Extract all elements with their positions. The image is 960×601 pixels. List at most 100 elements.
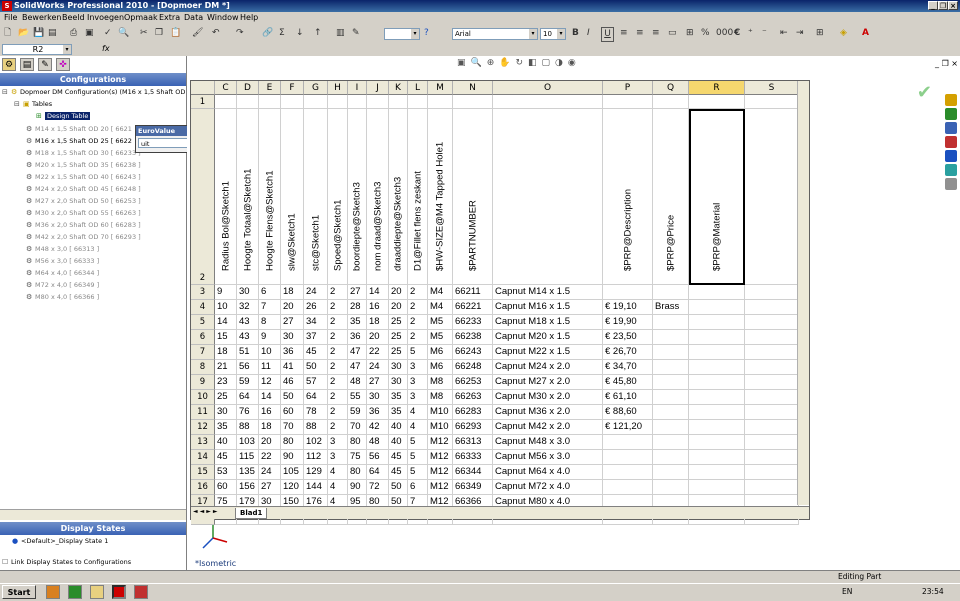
menu-window[interactable]: Window <box>207 13 239 22</box>
file-explorer-icon[interactable] <box>945 122 957 134</box>
table-cell[interactable]: 70 <box>348 420 367 435</box>
table-cell[interactable]: 14 <box>259 390 281 405</box>
table-cell[interactable]: Capnut M30 x 2.0 <box>493 390 603 405</box>
config-item[interactable]: ⚙ M20 x 1,5 Shaft OD 35 [ 66238 ] <box>26 160 141 170</box>
table-cell[interactable]: 80 <box>348 435 367 450</box>
format-painter-icon[interactable]: 🖌 <box>192 27 203 40</box>
property-manager-tab-icon[interactable]: ▤ <box>20 58 34 71</box>
table-cell[interactable]: 4 <box>328 465 348 480</box>
paste-icon[interactable]: 📋 <box>170 27 181 40</box>
table-cell[interactable]: 64 <box>367 465 389 480</box>
table-cell[interactable] <box>745 300 799 315</box>
table-cell[interactable]: 20 <box>389 285 408 300</box>
table-cell[interactable]: 15 <box>215 330 237 345</box>
minimize-button[interactable]: _ <box>928 1 938 10</box>
chart-wizard-icon[interactable]: ▥ <box>336 27 345 40</box>
row-header[interactable]: 9 <box>191 375 215 390</box>
config-item[interactable]: ⚙ M42 x 2,0 Shaft OD 70 [ 66293 ] <box>26 232 141 242</box>
selected-cell-r2[interactable] <box>689 109 745 285</box>
table-cell[interactable]: 72 <box>367 480 389 495</box>
table-cell[interactable]: 35 <box>389 405 408 420</box>
table-cell[interactable]: 20 <box>259 435 281 450</box>
table-cell[interactable]: 30 <box>389 375 408 390</box>
drawing-icon[interactable]: ✎ <box>352 27 360 40</box>
table-cell[interactable]: 2 <box>408 315 428 330</box>
comma-style-icon[interactable]: 000 <box>716 27 733 40</box>
research-icon[interactable]: 🔍 <box>118 27 129 40</box>
table-cell[interactable]: 18 <box>367 315 389 330</box>
table-cell[interactable]: Capnut M22 x 1.5 <box>493 345 603 360</box>
table-cell[interactable]: 4 <box>408 420 428 435</box>
italic-icon[interactable]: I <box>587 27 590 40</box>
config-item[interactable]: ⚙ M72 x 4,0 [ 66349 ] <box>26 280 99 290</box>
table-cell[interactable]: 46 <box>281 375 304 390</box>
table-cell[interactable]: € 121,20 <box>603 420 653 435</box>
table-cell[interactable]: 8 <box>259 315 281 330</box>
fill-color-icon[interactable]: ◈ <box>840 27 847 40</box>
table-cell[interactable] <box>745 95 799 109</box>
table-cell[interactable]: 14 <box>367 285 389 300</box>
table-cell[interactable]: M12 <box>428 450 453 465</box>
language-indicator[interactable]: EN <box>842 587 852 596</box>
start-button[interactable]: Start <box>2 585 36 599</box>
table-cell[interactable]: 25 <box>215 390 237 405</box>
table-cell[interactable]: 3 <box>408 360 428 375</box>
table-cell[interactable]: Capnut M36 x 2.0 <box>493 405 603 420</box>
table-cell[interactable]: 48 <box>367 435 389 450</box>
table-cell[interactable]: 66221 <box>453 300 493 315</box>
table-cell[interactable]: 103 <box>237 435 259 450</box>
table-cell[interactable]: 105 <box>281 465 304 480</box>
row-header[interactable]: 16 <box>191 480 215 495</box>
table-cell[interactable]: 57 <box>304 375 328 390</box>
table-cell[interactable]: 5 <box>408 435 428 450</box>
table-cell[interactable]: 66349 <box>453 480 493 495</box>
table-cell[interactable]: Capnut M42 x 2.0 <box>493 420 603 435</box>
table-cell[interactable] <box>745 345 799 360</box>
table-cell[interactable]: 43 <box>237 330 259 345</box>
table-cell[interactable]: 2 <box>408 285 428 300</box>
table-cell[interactable] <box>653 375 689 390</box>
resources-icon[interactable] <box>945 94 957 106</box>
increase-indent-icon[interactable]: ⇥ <box>796 27 804 40</box>
table-cell[interactable]: 59 <box>237 375 259 390</box>
column-header-l[interactable]: L <box>408 81 428 95</box>
row-header[interactable]: 4 <box>191 300 215 315</box>
table-cell[interactable] <box>653 95 689 109</box>
tables-folder[interactable]: ⊟ ▣ Tables <box>14 99 52 109</box>
column-parameter-header[interactable]: stc@Sketch1 <box>304 109 328 285</box>
table-cell[interactable]: 56 <box>237 360 259 375</box>
table-cell[interactable]: 66211 <box>453 285 493 300</box>
table-cell[interactable]: 66313 <box>453 435 493 450</box>
column-header-d[interactable]: D <box>237 81 259 95</box>
table-cell[interactable] <box>603 450 653 465</box>
column-header-s[interactable]: S <box>745 81 799 95</box>
table-cell[interactable]: 18 <box>259 420 281 435</box>
table-cell[interactable] <box>689 330 745 345</box>
row-header[interactable]: 2 <box>191 109 215 285</box>
browser-icon[interactable] <box>68 585 82 599</box>
table-cell[interactable] <box>603 435 653 450</box>
euro-icon[interactable]: € <box>734 27 740 40</box>
table-cell[interactable]: 76 <box>237 405 259 420</box>
table-cell[interactable]: 2 <box>408 330 428 345</box>
table-cell[interactable]: 66233 <box>453 315 493 330</box>
table-cell[interactable]: 88 <box>237 420 259 435</box>
table-cell[interactable] <box>653 345 689 360</box>
table-cell[interactable] <box>689 345 745 360</box>
table-cell[interactable]: 37 <box>304 330 328 345</box>
column-header-n[interactable]: N <box>453 81 493 95</box>
viewport-window-controls[interactable]: _ ❐ × <box>935 59 958 68</box>
table-cell[interactable] <box>745 375 799 390</box>
table-cell[interactable] <box>603 285 653 300</box>
table-cell[interactable]: 25 <box>389 330 408 345</box>
config-root[interactable]: ⊟ ⚙ Dopmoer DM Configuration(s) (M16 x 1,5… <box>2 87 185 97</box>
column-header-p[interactable]: P <box>603 81 653 95</box>
row-header[interactable]: 5 <box>191 315 215 330</box>
column-parameter-header[interactable]: $PRP@Price <box>653 109 689 285</box>
column-header-q[interactable]: Q <box>653 81 689 95</box>
align-center-icon[interactable]: ≡ <box>636 27 644 40</box>
table-cell[interactable]: 5 <box>408 345 428 360</box>
column-parameter-header[interactable]: draaddiepte@Sketch3 <box>389 109 408 285</box>
row-header[interactable]: 3 <box>191 285 215 300</box>
table-cell[interactable]: 26 <box>304 300 328 315</box>
